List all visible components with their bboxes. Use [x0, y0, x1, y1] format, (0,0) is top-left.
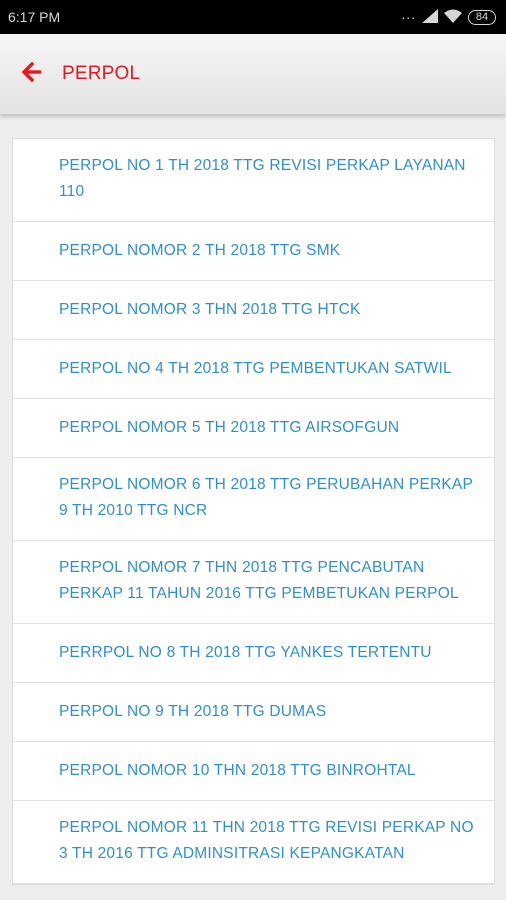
- list-item[interactable]: PERPOL NOMOR 7 THN 2018 TTG PENCABUTAN P…: [13, 541, 494, 624]
- signal-icon: [422, 8, 438, 26]
- app-bar: PERPOL: [0, 34, 506, 114]
- status-time: 6:17 PM: [8, 9, 61, 25]
- arrow-left-icon: [21, 61, 43, 87]
- list-item[interactable]: PERRPOL NO 8 TH 2018 TTG YANKES TERTENTU: [13, 624, 494, 683]
- status-bar: 6:17 PM ... 84: [0, 0, 506, 34]
- page-title: PERPOL: [62, 63, 141, 84]
- status-icons: ... 84: [401, 6, 496, 26]
- list-item[interactable]: PERPOL NOMOR 11 THN 2018 TTG REVISI PERK…: [13, 801, 494, 884]
- wifi-icon: [444, 9, 462, 26]
- perpol-list: PERPOL NO 1 TH 2018 TTG REVISI PERKAP LA…: [12, 138, 495, 885]
- list-item[interactable]: PERPOL NOMOR 2 TH 2018 TTG SMK: [13, 222, 494, 281]
- list-item[interactable]: PERPOL NOMOR 6 TH 2018 TTG PERUBAHAN PER…: [13, 458, 494, 541]
- list-item[interactable]: PERPOL NO 9 TH 2018 TTG DUMAS: [13, 683, 494, 742]
- notification-dots: ...: [401, 6, 416, 22]
- list-item[interactable]: PERPOL NOMOR 10 THN 2018 TTG BINROHTAL: [13, 742, 494, 801]
- list-item[interactable]: PERPOL NOMOR 3 THN 2018 TTG HTCK: [13, 281, 494, 340]
- list-item[interactable]: PERPOL NO 4 TH 2018 TTG PEMBENTUKAN SATW…: [13, 340, 494, 399]
- list-item[interactable]: PERPOL NO 1 TH 2018 TTG REVISI PERKAP LA…: [13, 139, 494, 222]
- list-item[interactable]: PERPOL NOMOR 5 TH 2018 TTG AIRSOFGUN: [13, 399, 494, 458]
- back-button[interactable]: [12, 54, 52, 94]
- battery-indicator: 84: [468, 9, 496, 25]
